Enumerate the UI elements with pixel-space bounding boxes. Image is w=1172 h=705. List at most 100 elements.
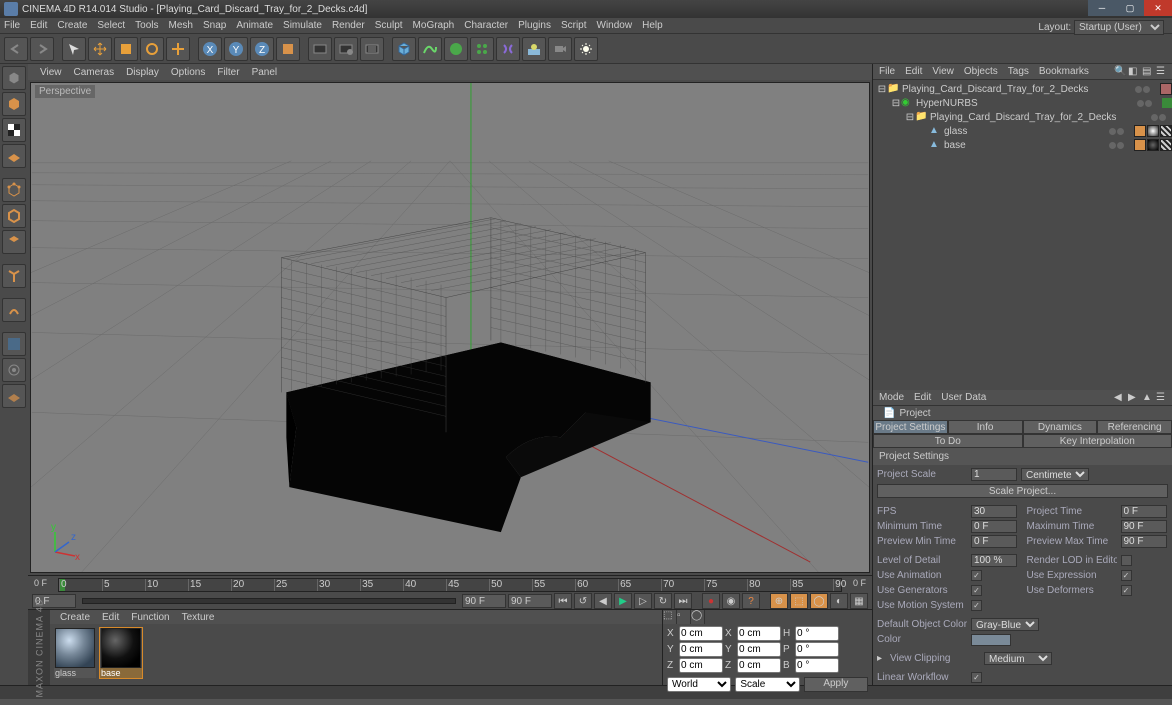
minimize-button[interactable]: ─ (1088, 0, 1116, 16)
menu-help[interactable]: Help (642, 20, 663, 31)
coord-system[interactable] (276, 37, 300, 61)
autokey-button[interactable]: ◉ (722, 593, 740, 609)
panel-menu-icon[interactable]: ☰ (1156, 392, 1168, 404)
viewport[interactable]: Perspective (30, 82, 870, 573)
redo-button[interactable] (30, 37, 54, 61)
tab-referencing[interactable]: Referencing (1097, 420, 1172, 434)
mat-menu-texture[interactable]: Texture (182, 612, 215, 623)
field-project-time[interactable] (1121, 505, 1167, 518)
menu-file[interactable]: File (4, 20, 20, 31)
menu-script[interactable]: Script (561, 20, 587, 31)
attr-menu-edit[interactable]: Edit (914, 392, 931, 403)
rotate-tool[interactable] (140, 37, 164, 61)
field-preview-min[interactable] (971, 535, 1017, 548)
timeline-end-field-1[interactable] (462, 594, 506, 608)
tag-icon[interactable] (1160, 83, 1172, 95)
tree-row-base[interactable]: ▲ base (873, 138, 1172, 152)
color-swatch[interactable] (971, 634, 1011, 646)
z-axis-lock[interactable]: Z (250, 37, 274, 61)
obj-menu-view[interactable]: View (932, 66, 954, 77)
menu-window[interactable]: Window (597, 20, 633, 31)
add-array[interactable] (470, 37, 494, 61)
last-tool[interactable] (166, 37, 190, 61)
keyframe-sel[interactable]: ? (742, 593, 760, 609)
mat-menu-function[interactable]: Function (131, 612, 169, 623)
axis-mode[interactable] (2, 264, 26, 288)
coord-p-rot[interactable] (795, 642, 839, 657)
field-fps[interactable] (971, 505, 1017, 518)
tweak-mode[interactable] (2, 298, 26, 322)
y-axis-lock[interactable]: Y (224, 37, 248, 61)
obj-menu-file[interactable]: File (879, 66, 895, 77)
key-param[interactable]: ◐ (830, 593, 848, 609)
uvw-tag-icon[interactable] (1160, 139, 1172, 151)
goto-prev-key[interactable]: ↺ (574, 593, 592, 609)
select-tool[interactable] (62, 37, 86, 61)
coord-y-size[interactable] (737, 642, 781, 657)
coord-size-icon[interactable]: ▫ (677, 610, 691, 624)
chk-use-motion[interactable]: ✓ (971, 600, 982, 611)
mat-menu-create[interactable]: Create (60, 612, 90, 623)
view-menu-display[interactable]: Display (126, 67, 159, 78)
record-button[interactable]: ● (702, 593, 720, 609)
field-max-time[interactable] (1121, 520, 1167, 533)
menu-mesh[interactable]: Mesh (169, 20, 193, 31)
menu-sculpt[interactable]: Sculpt (375, 20, 403, 31)
tab-keyinterp[interactable]: Key Interpolation (1023, 434, 1172, 448)
coord-mode2[interactable]: Scale (735, 677, 799, 692)
layout-dropdown[interactable]: Startup (User) (1074, 20, 1164, 35)
chk-linear-workflow[interactable]: ✓ (971, 672, 982, 683)
maximize-button[interactable]: ▢ (1116, 0, 1144, 16)
coord-rot-icon[interactable]: ◯ (691, 610, 705, 624)
chk-use-animation[interactable]: ✓ (971, 570, 982, 581)
view-menu-view[interactable]: View (40, 67, 62, 78)
goto-next-key[interactable]: ↻ (654, 593, 672, 609)
menu-select[interactable]: Select (97, 20, 125, 31)
fwd-icon[interactable]: ▶ (1128, 392, 1140, 404)
coord-apply-button[interactable]: Apply (804, 677, 868, 692)
move-tool[interactable] (88, 37, 112, 61)
coord-x-pos[interactable] (679, 626, 723, 641)
texture-tag-icon[interactable] (1147, 125, 1159, 137)
key-pos[interactable]: ⊕ (770, 593, 788, 609)
tab-todo[interactable]: To Do (873, 434, 1023, 448)
timeline-range-slider[interactable] (82, 598, 456, 604)
field-lod[interactable] (971, 554, 1017, 567)
chk-use-deformers[interactable]: ✓ (1121, 585, 1132, 596)
coord-x-size[interactable] (737, 626, 781, 641)
obj-menu-edit[interactable]: Edit (905, 66, 922, 77)
coord-b-rot[interactable] (795, 658, 839, 673)
coord-z-pos[interactable] (679, 658, 723, 673)
coord-h-rot[interactable] (795, 626, 839, 641)
coord-z-size[interactable] (737, 658, 781, 673)
view-menu-filter[interactable]: Filter (217, 67, 239, 78)
obj-menu-objects[interactable]: Objects (964, 66, 998, 77)
attr-menu-userdata[interactable]: User Data (941, 392, 986, 403)
snap-toggle[interactable] (2, 358, 26, 382)
workplane-snap[interactable] (2, 384, 26, 408)
object-tree[interactable]: ⊟📁 Playing_Card_Discard_Tray_for_2_Decks… (873, 80, 1172, 390)
menu-edit[interactable]: Edit (30, 20, 47, 31)
coord-y-pos[interactable] (679, 642, 723, 657)
play-button[interactable]: ▶ (614, 593, 632, 609)
undo-button[interactable] (4, 37, 28, 61)
add-nurbs[interactable] (444, 37, 468, 61)
dropdown-default-color[interactable]: Gray-Blue (971, 618, 1039, 631)
enable-toggle[interactable] (1162, 98, 1172, 108)
menu-snap[interactable]: Snap (203, 20, 226, 31)
goto-start[interactable]: ⏮ (554, 593, 572, 609)
workplane-mode[interactable] (2, 144, 26, 168)
search-icon[interactable]: 🔍 (1114, 66, 1126, 78)
add-cube[interactable] (392, 37, 416, 61)
add-light[interactable] (574, 37, 598, 61)
material-glass[interactable]: glass (54, 628, 96, 678)
x-axis-lock[interactable]: X (198, 37, 222, 61)
expand-icon[interactable]: ▸ (877, 653, 882, 664)
eye-icon[interactable]: ◧ (1128, 66, 1140, 78)
dropdown-scale-unit[interactable]: Centimeters (1021, 468, 1089, 481)
add-camera[interactable] (548, 37, 572, 61)
step-fwd[interactable]: ▷ (634, 593, 652, 609)
goto-end[interactable]: ⏭ (674, 593, 692, 609)
close-button[interactable]: ✕ (1144, 0, 1172, 16)
key-pla[interactable]: ▦ (850, 593, 868, 609)
